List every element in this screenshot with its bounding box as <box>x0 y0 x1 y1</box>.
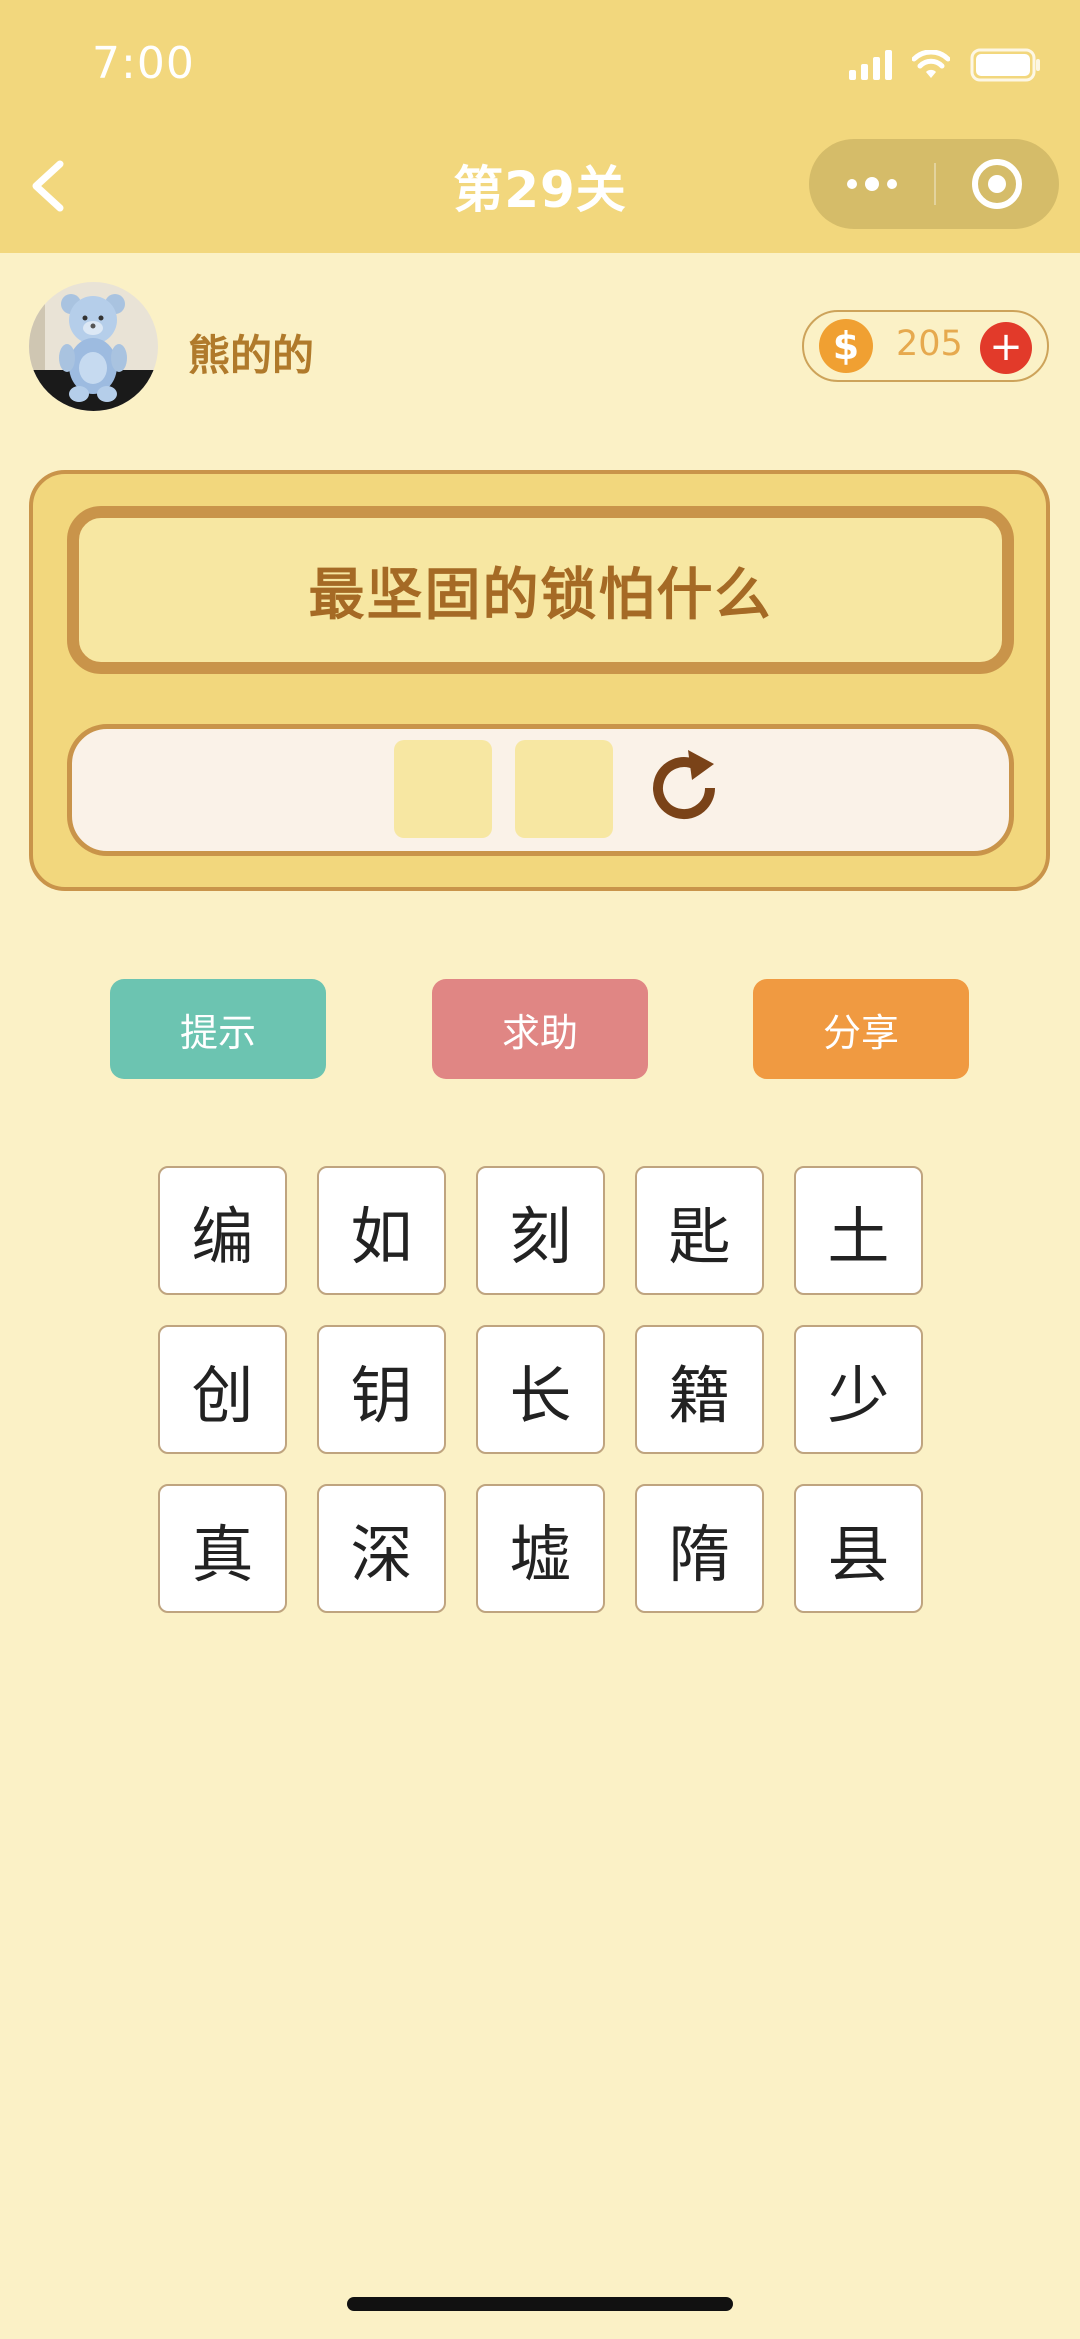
character-tile[interactable]: 县 <box>794 1484 923 1613</box>
character-tile[interactable]: 隋 <box>635 1484 764 1613</box>
wifi-icon <box>912 50 950 80</box>
status-icons <box>849 48 1042 82</box>
refresh-icon <box>653 750 715 820</box>
character-tile[interactable]: 匙 <box>635 1166 764 1295</box>
help-button[interactable]: 求助 <box>432 979 648 1079</box>
character-tile[interactable]: 少 <box>794 1325 923 1454</box>
more-dot <box>886 179 897 189</box>
character-tile[interactable]: 刻 <box>476 1166 605 1295</box>
character-tile[interactable]: 长 <box>476 1325 605 1454</box>
character-tile[interactable]: 土 <box>794 1166 923 1295</box>
character-tile[interactable]: 真 <box>158 1484 287 1613</box>
home-indicator <box>347 2297 733 2311</box>
hint-button[interactable]: 提示 <box>110 979 326 1079</box>
character-tile[interactable]: 籍 <box>635 1325 764 1454</box>
coin-balance: $ 205 + <box>802 310 1049 382</box>
add-coins-button[interactable]: + <box>980 322 1032 374</box>
answer-slot[interactable] <box>394 740 492 838</box>
username: 熊的的 <box>188 331 315 380</box>
answer-box <box>67 724 1014 856</box>
game-screen: 7:00 第29关 熊的的 $ 205 + 最坚固的锁怕什么 提示 求助 分享 … <box>0 0 1080 2339</box>
more-dot <box>864 177 879 191</box>
target-icon <box>971 159 1022 209</box>
character-tile[interactable]: 创 <box>158 1325 287 1454</box>
close-button[interactable] <box>934 139 1059 229</box>
character-tile[interactable]: 如 <box>317 1166 446 1295</box>
coin-count: 205 <box>896 324 963 364</box>
character-tile[interactable]: 深 <box>317 1484 446 1613</box>
avatar[interactable] <box>29 282 158 411</box>
character-tile[interactable]: 墟 <box>476 1484 605 1613</box>
teddy-bear-avatar-icon <box>29 282 158 411</box>
share-button[interactable]: 分享 <box>753 979 969 1079</box>
answer-slot[interactable] <box>515 740 613 838</box>
character-tile[interactable]: 钥 <box>317 1325 446 1454</box>
status-time: 7:00 <box>92 38 195 89</box>
puzzle-card: 最坚固的锁怕什么 <box>29 470 1050 891</box>
riddle-question: 最坚固的锁怕什么 <box>308 562 773 628</box>
header: 7:00 第29关 <box>0 0 1080 253</box>
coin-icon: $ <box>819 319 873 373</box>
more-button[interactable] <box>809 139 934 229</box>
reset-answer-button[interactable] <box>640 744 728 832</box>
signal-icon <box>849 50 892 80</box>
character-tile[interactable]: 编 <box>158 1166 287 1295</box>
more-dot <box>846 179 857 189</box>
mini-program-capsule <box>809 139 1059 229</box>
battery-icon <box>970 48 1042 82</box>
question-box: 最坚固的锁怕什么 <box>67 506 1014 674</box>
